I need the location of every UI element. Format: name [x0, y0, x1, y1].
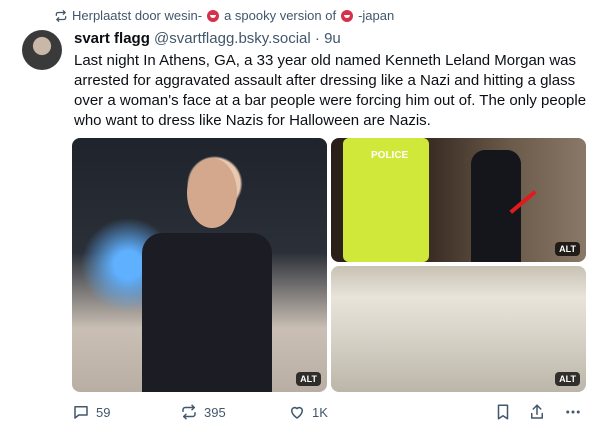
post-time[interactable]: 9u — [324, 30, 341, 47]
bookmark-icon — [497, 404, 509, 420]
repost-header[interactable]: Herplaatst door wesin- a spooky version … — [54, 8, 394, 23]
reply-icon — [74, 406, 88, 419]
media-image-1[interactable]: ALT — [72, 138, 327, 392]
share-button[interactable] — [528, 403, 546, 421]
police-vest: POLICE — [343, 138, 429, 262]
post-text: Last night In Athens, GA, a 33 year old … — [74, 52, 587, 129]
media-image-2[interactable]: POLICE ALT — [331, 138, 586, 262]
reply-count: 59 — [96, 404, 111, 420]
author-handle[interactable]: @svartflagg.bsky.social — [154, 30, 311, 47]
avatar[interactable] — [22, 30, 62, 70]
pumpkin-emoji-icon — [207, 9, 220, 22]
police-label: POLICE — [371, 150, 409, 161]
post-header: svart flagg @svartflagg.bsky.social · 9u — [74, 30, 341, 47]
ellipsis-icon — [566, 410, 580, 414]
pumpkin-emoji-icon — [341, 9, 354, 22]
repost-tail: -japan — [358, 8, 395, 23]
share-icon — [531, 404, 543, 419]
separator-dot: · — [314, 30, 320, 47]
heart-icon — [291, 406, 303, 419]
bookmark-button[interactable] — [494, 403, 512, 421]
repost-count: 395 — [204, 404, 226, 420]
repost-suffix: a spooky version of — [224, 8, 337, 23]
like-count: 1K — [312, 404, 328, 420]
media-image-3[interactable]: ALT — [331, 266, 586, 392]
author-name[interactable]: svart flagg — [74, 30, 150, 47]
repost-button[interactable]: 395 — [180, 403, 226, 421]
alt-badge[interactable]: ALT — [296, 372, 321, 386]
figure-torso — [142, 233, 272, 392]
post-actions: 59 395 1K — [72, 403, 584, 423]
figure-head — [187, 158, 237, 228]
alt-badge[interactable]: ALT — [555, 242, 580, 256]
like-button[interactable]: 1K — [288, 403, 328, 421]
alt-badge[interactable]: ALT — [555, 372, 580, 386]
repost-label[interactable]: Herplaatst door wesin- — [72, 8, 202, 23]
more-options-button[interactable] — [564, 403, 582, 421]
reply-button[interactable]: 59 — [72, 403, 110, 421]
repost-icon — [55, 9, 67, 22]
repost-icon — [182, 404, 196, 420]
